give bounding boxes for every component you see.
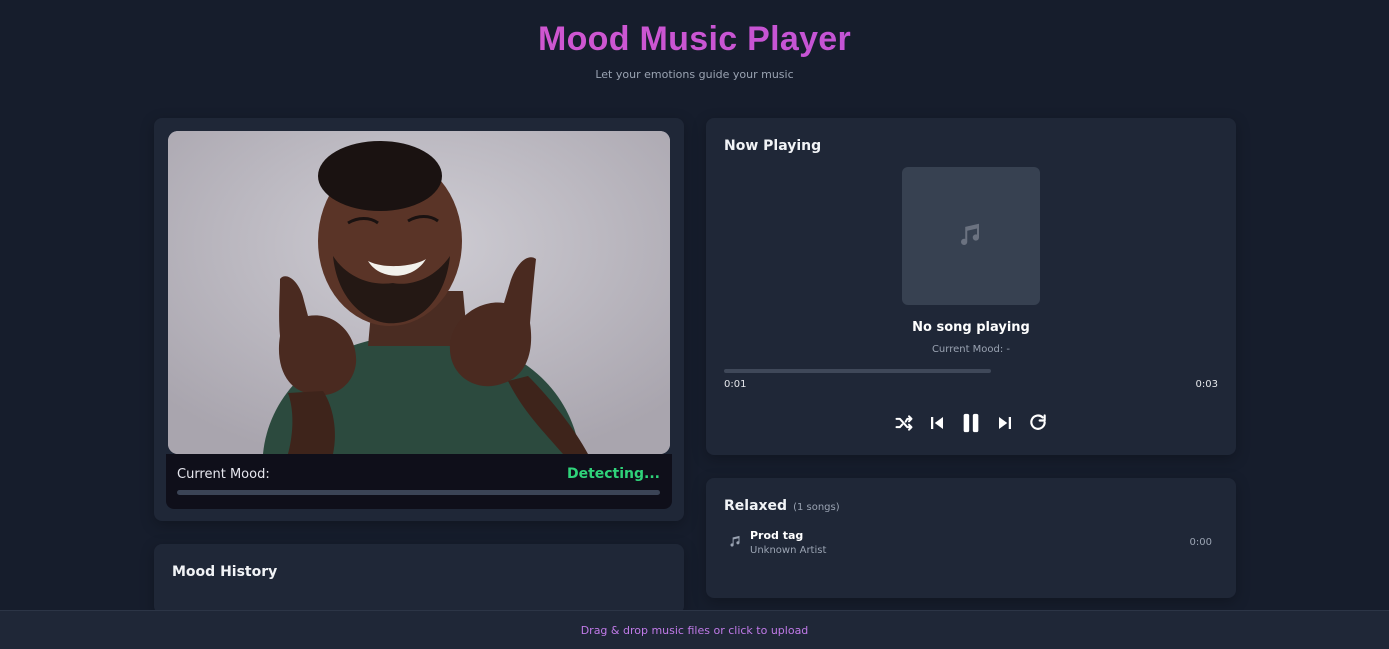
track-duration: 0:00 xyxy=(1189,537,1212,548)
mood-status-bar: Current Mood: Detecting... xyxy=(166,454,672,509)
album-art xyxy=(902,167,1040,305)
now-playing-title: Now Playing xyxy=(724,138,822,154)
playback-controls xyxy=(706,411,1236,435)
track-artist: Unknown Artist xyxy=(750,545,827,556)
next-icon xyxy=(999,417,1011,429)
song-title: No song playing xyxy=(912,320,1030,335)
app-title: Mood Music Player xyxy=(0,18,1389,60)
camera-card: Current Mood: Detecting... xyxy=(154,118,684,521)
now-playing-card: Now Playing No song playing Current Mood… xyxy=(706,118,1236,455)
current-mood-value: Detecting... xyxy=(566,466,660,482)
music-note-icon xyxy=(961,223,979,245)
shuffle-button[interactable] xyxy=(893,412,915,434)
app-subtitle: Let your emotions guide your music xyxy=(595,68,794,81)
playback-progress-bar[interactable] xyxy=(724,369,1218,373)
mood-history-card: Mood History xyxy=(154,544,684,614)
previous-icon xyxy=(931,417,943,429)
previous-button[interactable] xyxy=(926,412,948,434)
elapsed-time: 0:01 xyxy=(724,379,747,390)
song-current-mood: Current Mood: - xyxy=(931,344,1011,355)
current-mood-label: Current Mood: xyxy=(177,467,270,482)
repeat-icon xyxy=(1030,414,1046,430)
playlist-song-count: (1 songs) xyxy=(793,502,840,513)
playback-progress-fill xyxy=(724,369,991,373)
mood-confidence-bar xyxy=(177,490,660,495)
playlist-card: Relaxed (1 songs) Prod tag Unknown Artist… xyxy=(706,478,1236,598)
upload-dropzone[interactable]: Drag & drop music files or click to uplo… xyxy=(0,610,1389,649)
list-item[interactable]: Prod tag Unknown Artist 0:00 xyxy=(724,526,1218,562)
pause-button[interactable] xyxy=(959,412,983,434)
app-header: Mood Music Player Let your emotions guid… xyxy=(0,18,1389,81)
webcam-person-image xyxy=(168,131,670,454)
webcam-feed xyxy=(168,131,670,454)
total-duration: 0:03 xyxy=(1195,379,1218,390)
repeat-button[interactable] xyxy=(1027,412,1049,434)
mood-history-title: Mood History xyxy=(172,564,278,580)
pause-icon xyxy=(963,413,979,433)
shuffle-icon xyxy=(895,415,913,431)
music-note-icon xyxy=(730,535,740,547)
next-button[interactable] xyxy=(994,412,1016,434)
playlist-name: Relaxed xyxy=(724,498,788,514)
track-title: Prod tag xyxy=(750,529,804,542)
playlist-header: Relaxed (1 songs) xyxy=(724,498,840,514)
